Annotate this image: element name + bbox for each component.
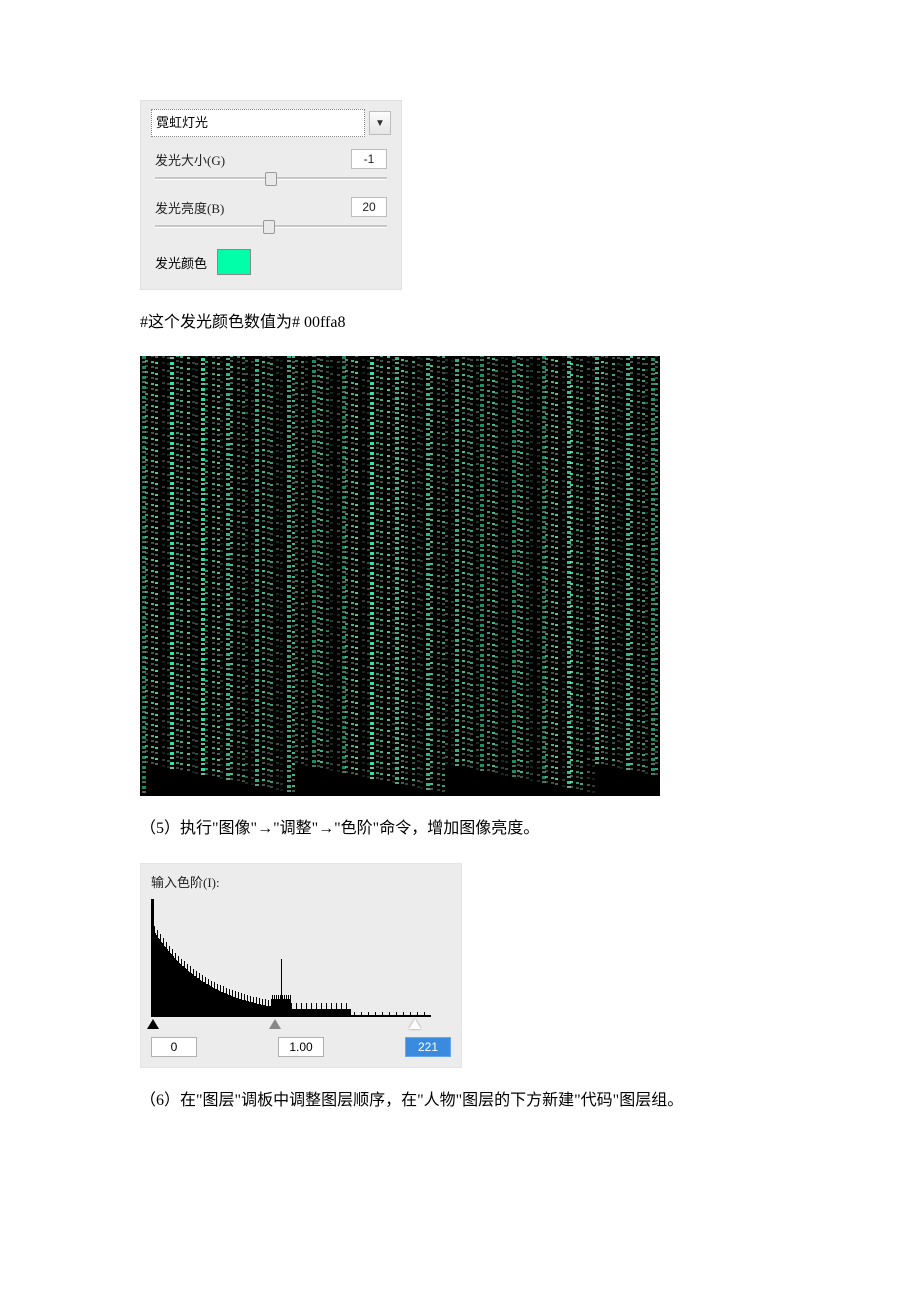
glow-brightness-input[interactable]: 20 bbox=[351, 197, 387, 217]
glow-brightness-row: 发光亮度(B) 20 bbox=[141, 191, 401, 219]
step5-text: （5）执行"图像"→"调整"→"色阶"命令，增加图像亮度。 bbox=[140, 814, 780, 844]
levels-shadow-handle[interactable] bbox=[147, 1019, 159, 1029]
glow-size-slider[interactable] bbox=[155, 171, 387, 185]
glow-filter-panel: 霓虹灯光 ▼ 发光大小(G) -1 发光亮度(B) 20 发光颜色 bbox=[140, 100, 402, 290]
glow-size-thumb[interactable] bbox=[265, 172, 277, 186]
levels-panel: 输入色阶(I): 0 1.00 221 bbox=[140, 863, 462, 1068]
glow-brightness-slider[interactable] bbox=[155, 219, 387, 233]
filter-dropdown[interactable]: 霓虹灯光 bbox=[151, 109, 365, 137]
glow-size-row: 发光大小(G) -1 bbox=[141, 143, 401, 171]
glow-size-input[interactable]: -1 bbox=[351, 149, 387, 169]
glow-brightness-thumb[interactable] bbox=[263, 220, 275, 234]
levels-midtone-input[interactable]: 1.00 bbox=[278, 1037, 324, 1057]
glow-color-label: 发光颜色 bbox=[155, 253, 207, 272]
step6-text: （6）在"图层"调板中调整图层顺序，在"人物"图层的下方新建"代码"图层组。 bbox=[140, 1086, 780, 1116]
color-note-text: #这个发光颜色数值为# 00ffa8 bbox=[140, 308, 780, 338]
glow-color-row: 发光颜色 bbox=[141, 239, 401, 289]
levels-label: 输入色阶(I): bbox=[151, 872, 451, 891]
matrix-rain-preview bbox=[140, 356, 660, 796]
levels-shadow-input[interactable]: 0 bbox=[151, 1037, 197, 1057]
histogram bbox=[151, 897, 451, 1017]
levels-slider-track bbox=[151, 1019, 451, 1033]
glow-size-label: 发光大小(G) bbox=[155, 150, 225, 169]
glow-brightness-label: 发光亮度(B) bbox=[155, 198, 224, 217]
levels-highlight-input[interactable]: 221 bbox=[405, 1037, 451, 1057]
filter-dropdown-row: 霓虹灯光 ▼ bbox=[141, 101, 401, 143]
dropdown-caret-icon[interactable]: ▼ bbox=[369, 111, 391, 135]
levels-midtone-handle[interactable] bbox=[269, 1019, 281, 1029]
glow-color-swatch[interactable] bbox=[217, 249, 251, 275]
levels-highlight-handle[interactable] bbox=[409, 1019, 421, 1029]
